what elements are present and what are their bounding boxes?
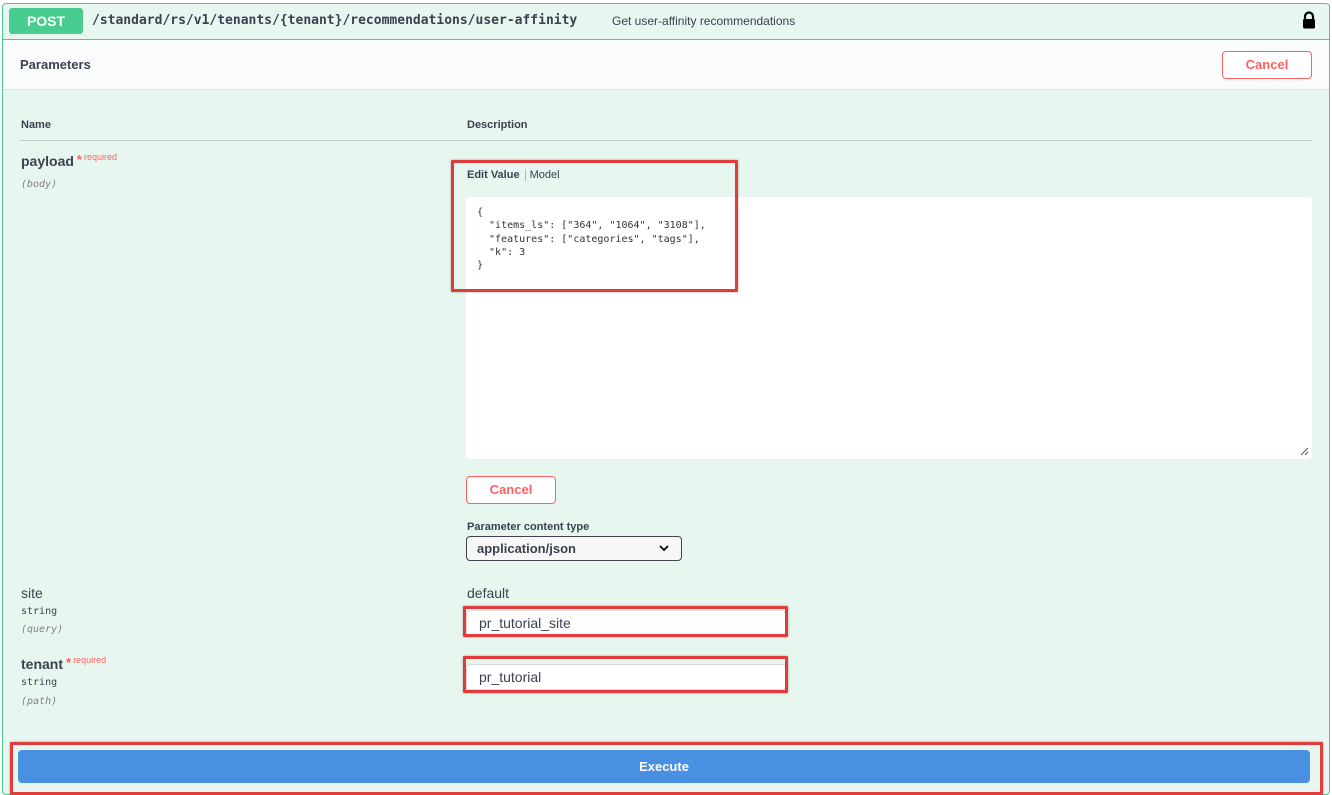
http-method-badge: POST xyxy=(9,8,83,34)
param-location-tenant: (path) xyxy=(21,696,58,707)
operation-summary[interactable]: POST /standard/rs/v1/tenants/{tenant}/re… xyxy=(3,4,1329,40)
request-body-editor[interactable]: { "items_ls": ["364", "1064", "3108"], "… xyxy=(466,197,1312,459)
tab-model[interactable]: Model xyxy=(526,169,560,181)
required-label: required xyxy=(83,152,117,162)
content-type-select[interactable]: application/json xyxy=(466,536,682,561)
required-star: * xyxy=(66,655,72,670)
request-body-text[interactable]: { "items_ls": ["364", "1064", "3108"], "… xyxy=(477,206,706,272)
param-location-payload: (body) xyxy=(21,179,58,190)
body-tabs: Edit Value Model xyxy=(467,169,560,181)
operation-block: POST /standard/rs/v1/tenants/{tenant}/re… xyxy=(2,3,1330,795)
param-type-site: string xyxy=(21,606,58,617)
body-cancel-button[interactable]: Cancel xyxy=(466,476,556,504)
site-input[interactable]: pr_tutorial_site xyxy=(466,610,786,636)
operation-description: Get user-affinity recommendations xyxy=(612,14,796,28)
lock-icon[interactable] xyxy=(1301,11,1317,29)
resize-handle-icon[interactable] xyxy=(1299,446,1309,456)
param-name-site: site xyxy=(21,585,43,601)
param-name-tenant: tenant * required xyxy=(21,655,107,672)
default-label: default xyxy=(467,585,510,601)
parameters-header: Parameters Cancel xyxy=(3,40,1329,90)
required-label: required xyxy=(73,655,107,665)
column-header-name: Name xyxy=(21,119,51,131)
content-type-label: Parameter content type xyxy=(467,521,590,533)
cancel-try-out-button[interactable]: Cancel xyxy=(1222,51,1312,79)
required-star: * xyxy=(76,152,82,167)
execute-button[interactable]: Execute xyxy=(18,750,1310,783)
column-header-description: Description xyxy=(467,119,528,131)
param-name-text: tenant xyxy=(21,656,63,672)
parameters-title: Parameters xyxy=(20,57,91,72)
endpoint-path: /standard/rs/v1/tenants/{tenant}/recomme… xyxy=(92,13,578,28)
tenant-input[interactable]: pr_tutorial xyxy=(466,664,786,690)
param-type-tenant: string xyxy=(21,677,58,688)
content-type-value: application/json xyxy=(477,541,576,556)
chevron-down-icon xyxy=(659,545,669,552)
tab-edit-value[interactable]: Edit Value xyxy=(467,169,526,181)
param-name-text: payload xyxy=(21,153,74,169)
param-location-site: (query) xyxy=(21,624,64,635)
param-name-payload: payload * required xyxy=(21,152,117,169)
header-divider xyxy=(20,140,1312,141)
